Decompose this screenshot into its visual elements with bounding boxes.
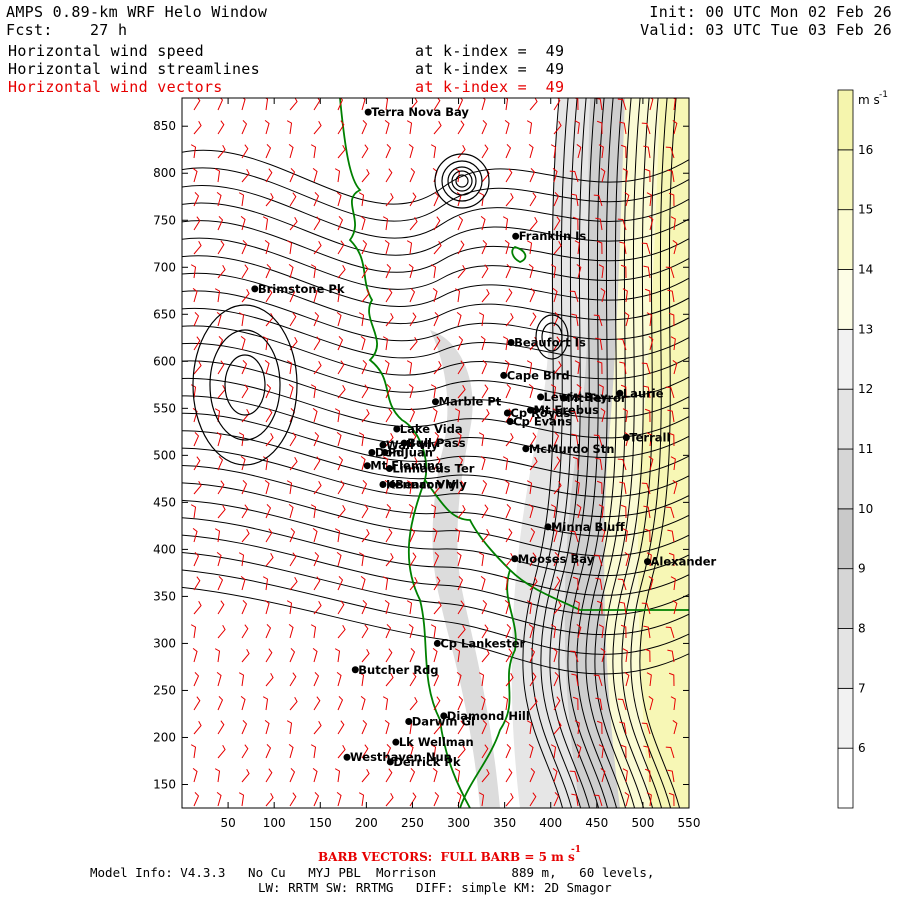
colorbar-label: 12 (858, 382, 873, 396)
colorbar: 6 7 8 9 10 11 12 13 14 15 16 (837, 89, 873, 809)
colorbar-label: 6 (858, 741, 866, 755)
station-label: Derrick Pk (393, 755, 461, 769)
colorbar-label: 16 (858, 143, 873, 157)
station-label: Brimstone Pk (258, 282, 345, 296)
x-tick-label: 550 (678, 816, 701, 830)
y-tick-label: 800 (153, 166, 176, 180)
colorbar-label: 11 (858, 442, 873, 456)
station-label: Beaufort Is (514, 336, 586, 350)
colorbar-label: 10 (858, 502, 873, 516)
y-tick-label: 400 (153, 542, 176, 556)
y-tick-label: 450 (153, 495, 176, 509)
colorbar-units-exponent: -1 (879, 90, 888, 100)
colorbar-units: m s (858, 93, 880, 107)
station-label: Cape Bird (507, 368, 570, 382)
y-tick-label: 650 (153, 307, 176, 321)
colorbar-band (837, 209, 854, 270)
colorbar-band (837, 747, 854, 809)
colorbar-band (837, 388, 854, 450)
colorbar-band (837, 328, 854, 390)
station-label: Marble Pt (439, 395, 502, 409)
barb-legend-exponent: -1 (571, 845, 581, 855)
colorbar-band (837, 568, 854, 629)
x-tick-label: 200 (355, 816, 378, 830)
colorbar-band (837, 508, 854, 570)
station-label: Alexander (651, 555, 717, 569)
station-label: Terra Nova Bay (371, 105, 469, 119)
colorbar-label: 8 (858, 622, 866, 636)
colorbar-band (837, 89, 854, 151)
station-label: Butcher Rdg (358, 663, 438, 677)
x-tick-label: 150 (309, 816, 332, 830)
station-label: Linnaeus Ter (392, 462, 474, 476)
colorbar-band (837, 269, 854, 330)
x-tick-label: 350 (493, 816, 516, 830)
y-tick-label: 250 (153, 683, 176, 697)
x-tick-label: 300 (447, 816, 470, 830)
colorbar-label: 13 (858, 322, 873, 336)
y-tick-label: 200 (153, 730, 176, 744)
station-label: Mooses Bay (518, 552, 595, 566)
station-label: McMurdo Stn (529, 442, 615, 456)
x-tick-label: 250 (401, 816, 424, 830)
station-label: Terrall (629, 430, 670, 444)
x-tick-label: 100 (263, 816, 286, 830)
colorbar-band (837, 149, 854, 211)
x-tick-label: 450 (585, 816, 608, 830)
y-tick-label: 750 (153, 213, 176, 227)
x-tick-label: 50 (220, 816, 235, 830)
station-label: Lk Wellman (399, 735, 474, 749)
colorbar-band (837, 687, 854, 749)
colorbar-label: 9 (858, 562, 866, 576)
x-tick-label: 400 (539, 816, 562, 830)
x-tick-label: 500 (631, 816, 654, 830)
y-tick-label: 550 (153, 401, 176, 415)
y-tick-label: 850 (153, 119, 176, 133)
colorbar-label: 15 (858, 203, 873, 217)
station-label: Franklin Is (519, 229, 587, 243)
colorbar-label: 14 (858, 263, 873, 277)
station-label: Laurie (623, 386, 664, 400)
model-physics: LW: RRTM SW: RRTMG DIFF: simple KM: 2D S… (258, 880, 612, 895)
y-tick-label: 350 (153, 589, 176, 603)
wind-map: 50 100 150 200 250 300 350 400 450 500 550 150 200 25… (153, 89, 888, 830)
map-area (182, 98, 689, 808)
station-label: Lake Vida (400, 422, 463, 436)
colorbar-band (837, 628, 854, 689)
y-tick-label: 150 (153, 777, 176, 791)
y-tick-label: 300 (153, 636, 176, 650)
station-label: Diamond Hill (447, 709, 530, 723)
station-label: Minna Bluff (551, 520, 625, 534)
colorbar-band (837, 448, 854, 510)
station-label: Cp Evans (513, 414, 572, 428)
colorbar-label: 7 (858, 681, 866, 695)
model-info: Model Info: V4.3.3 No Cu MYJ PBL Morriso… (90, 865, 655, 880)
y-tick-label: 600 (153, 354, 176, 368)
y-tick-label: 700 (153, 260, 176, 274)
station-label: Pd (388, 446, 405, 460)
station-label: Beacon Vly (395, 478, 467, 492)
barb-legend: BARB VECTORS: FULL BARB = 5 m s (318, 850, 575, 864)
station-label: Cp Lankester (440, 636, 525, 650)
y-tick-label: 500 (153, 448, 176, 462)
